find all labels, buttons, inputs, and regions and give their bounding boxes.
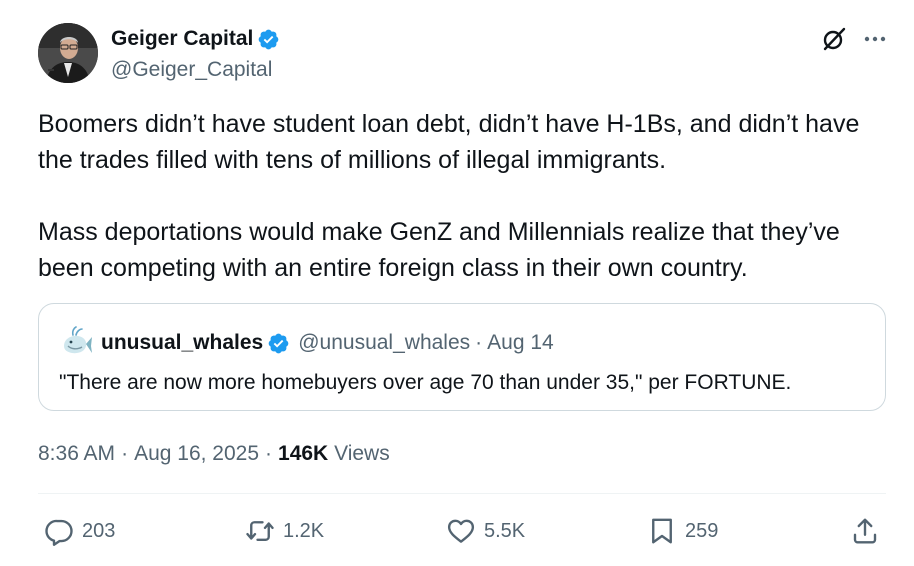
share-button[interactable] (850, 511, 880, 551)
more-icon[interactable] (862, 27, 888, 51)
author-avatar[interactable] (38, 23, 98, 83)
tweet-meta: 8:36 AM · Aug 16, 2025 · 146K Views (38, 440, 390, 468)
tweet-paragraph: Mass deportations would make GenZ and Mi… (38, 218, 840, 282)
tweet-action-bar: 203 1.2K 5.5K 259 (0, 511, 914, 551)
like-button[interactable]: 5.5K (446, 511, 525, 551)
quoted-separator: · (475, 331, 483, 354)
views-label: Views (334, 442, 390, 465)
bookmark-count: 259 (685, 519, 719, 542)
quoted-tweet-header: unusual_whales @unusual_whales · Aug 14 (59, 326, 554, 360)
verified-icon (259, 29, 279, 49)
reply-icon (45, 519, 73, 546)
quoted-tweet-text: "There are now more homebuyers over age … (59, 371, 792, 394)
tweet-date[interactable]: Aug 16, 2025 (134, 442, 259, 465)
like-icon (447, 519, 475, 543)
like-count: 5.5K (484, 519, 526, 542)
actions-divider (38, 493, 886, 494)
bookmark-icon (652, 518, 672, 544)
tweet-paragraph: Boomers didn’t have student loan debt, d… (38, 110, 860, 174)
meta-separator: · (121, 442, 129, 465)
reply-button[interactable]: 203 (44, 511, 115, 551)
tweet-time[interactable]: 8:36 AM (38, 442, 115, 465)
tweet-text: Boomers didn’t have student loan debt, d… (38, 106, 898, 286)
grok-icon[interactable] (821, 26, 847, 52)
quoted-date[interactable]: Aug 14 (487, 331, 554, 355)
views-count[interactable]: 146K (278, 442, 328, 465)
share-icon (853, 518, 877, 544)
verified-icon (268, 333, 289, 353)
unusual-whales-avatar[interactable] (59, 326, 93, 360)
quoted-handle[interactable]: @unusual_whales (298, 331, 470, 355)
bookmark-button[interactable]: 259 (647, 511, 718, 551)
reply-count: 203 (82, 519, 116, 542)
author-name-row: Geiger Capital (111, 26, 280, 52)
quoted-tweet-card[interactable]: unusual_whales @unusual_whales · Aug 14 … (38, 303, 886, 411)
author-display-name[interactable]: Geiger Capital (111, 26, 253, 52)
repost-icon (246, 521, 274, 541)
repost-count: 1.2K (283, 519, 325, 542)
author-handle[interactable]: @Geiger_Capital (111, 57, 272, 83)
quoted-display-name[interactable]: unusual_whales (101, 331, 263, 355)
avatar-photo (38, 23, 98, 83)
repost-button[interactable]: 1.2K (245, 511, 324, 551)
meta-separator: · (265, 442, 273, 465)
